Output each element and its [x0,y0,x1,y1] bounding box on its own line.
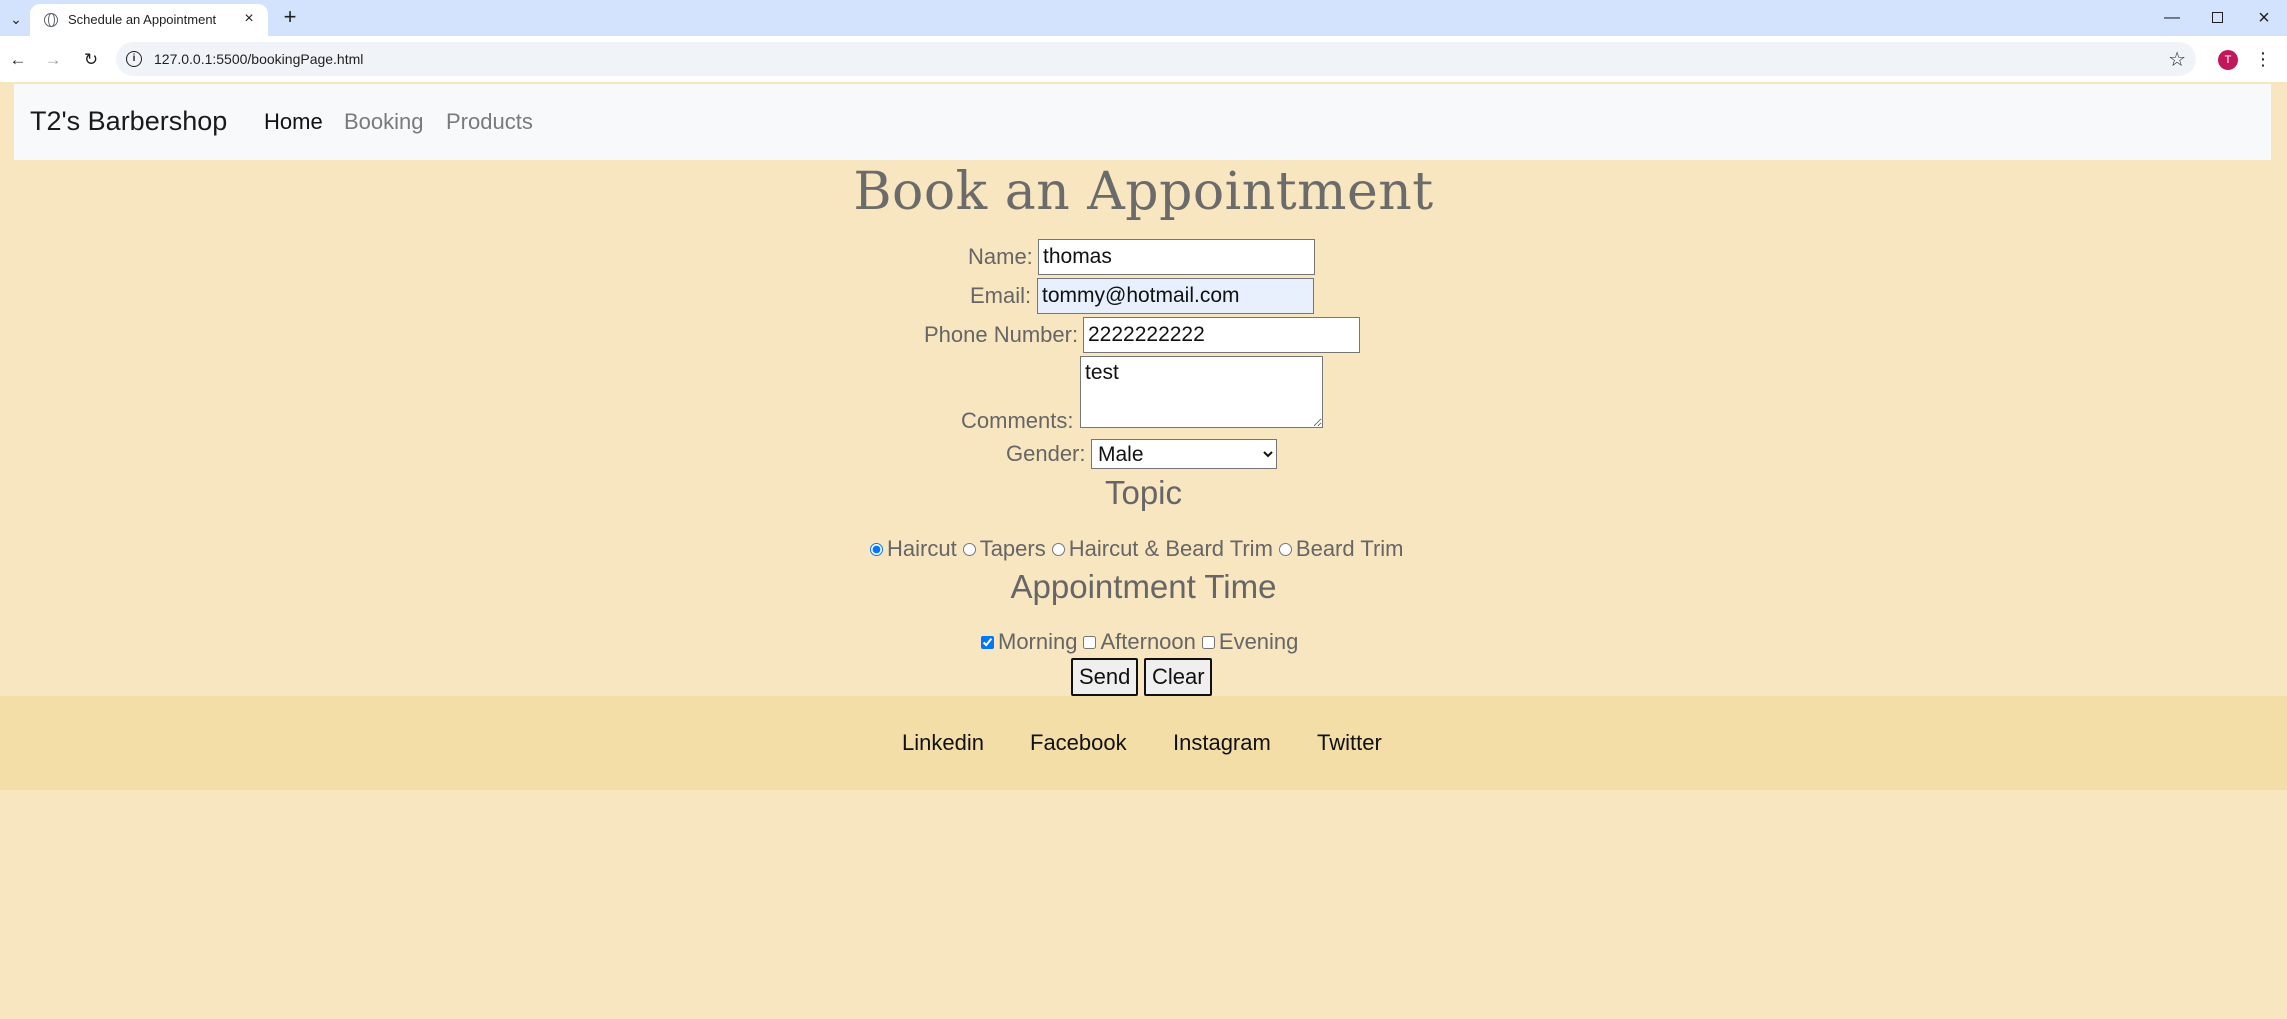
send-button[interactable]: Send [1071,658,1138,696]
maximize-icon[interactable] [2205,6,2229,30]
site-footer: Linkedin Facebook Instagram Twitter [0,696,2287,790]
url-text[interactable]: 127.0.0.1:5500/bookingPage.html [154,51,363,67]
gender-label: Gender: [1006,441,1086,466]
browser-tab-strip: ⌄ Schedule an Appointment × + — × [0,0,2287,36]
page-title: Book an Appointment [853,162,1434,222]
topic-option-tapers[interactable]: Tapers [962,536,1046,562]
clear-button[interactable]: Clear [1144,658,1212,696]
topic-label: Tapers [979,536,1046,561]
footer-link-linkedin[interactable]: Linkedin [902,730,984,756]
time-option-afternoon[interactable]: Afternoon [1083,629,1196,655]
topic-option-haircut-beard[interactable]: Haircut & Beard Trim [1051,536,1273,562]
site-navbar: T2's Barbershop Home Booking Products [14,84,2271,160]
time-option-evening[interactable]: Evening [1201,629,1299,655]
browser-tab[interactable]: Schedule an Appointment × [30,4,268,36]
name-label: Name: [968,244,1033,269]
radio-beard-trim[interactable] [1278,542,1292,556]
time-option-morning[interactable]: Morning [981,629,1077,655]
footer-link-twitter[interactable]: Twitter [1317,730,1382,756]
tab-list-icon[interactable]: ⌄ [6,9,26,29]
window-close-icon[interactable]: × [2252,6,2276,30]
profile-avatar[interactable]: T [2218,50,2238,70]
topic-label: Haircut & Beard Trim [1068,536,1273,561]
time-checkbox-group: Morning Afternoon Evening [981,629,1304,655]
email-input[interactable] [1037,278,1314,314]
comments-label: Comments: [961,408,1074,433]
gender-select[interactable]: Male [1091,439,1277,469]
reload-icon[interactable]: ↻ [80,49,102,71]
forward-arrow-icon[interactable]: → [42,49,64,71]
nav-link-booking[interactable]: Booking [344,109,424,135]
email-label: Email: [970,283,1032,308]
time-label: Afternoon [1100,629,1196,654]
page-content: T2's Barbershop Home Booking Products Bo… [0,82,2287,1019]
comments-textarea[interactable]: test [1080,356,1323,428]
nav-link-products[interactable]: Products [446,109,533,135]
radio-tapers[interactable] [962,542,976,556]
topic-radio-group: Haircut Tapers Haircut & Beard Trim Bear… [870,536,1410,562]
topic-label: Haircut [887,536,957,561]
brand-logo-text[interactable]: T2's Barbershop [30,106,227,137]
bookmark-star-icon[interactable]: ☆ [2168,47,2186,72]
plus-icon[interactable]: + [278,6,302,30]
minimize-icon[interactable]: — [2160,6,2184,30]
topic-label: Beard Trim [1295,536,1404,561]
phone-label: Phone Number: [924,322,1079,347]
close-icon[interactable]: × [240,10,258,28]
topic-option-haircut[interactable]: Haircut [870,536,957,562]
appointment-time-heading: Appointment Time [1010,568,1277,605]
time-label: Morning [998,629,1078,654]
kebab-menu-icon[interactable]: ⋮ [2254,48,2272,70]
address-bar[interactable]: i 127.0.0.1:5500/bookingPage.html ☆ [116,42,2196,76]
browser-toolbar: ← → ↻ i 127.0.0.1:5500/bookingPage.html … [0,36,2287,82]
back-arrow-icon[interactable]: ← [7,49,29,71]
name-input[interactable] [1038,239,1315,275]
tab-title: Schedule an Appointment [68,12,217,27]
checkbox-morning[interactable] [981,635,994,649]
globe-favicon-icon [44,13,58,27]
topic-heading: Topic [1104,474,1183,511]
footer-link-instagram[interactable]: Instagram [1173,730,1271,756]
topic-option-beard-trim[interactable]: Beard Trim [1278,536,1404,562]
checkbox-afternoon[interactable] [1083,635,1097,649]
nav-link-home[interactable]: Home [264,109,323,135]
time-label: Evening [1218,629,1299,654]
radio-haircut-beard[interactable] [1051,542,1065,556]
footer-link-facebook[interactable]: Facebook [1030,730,1127,756]
radio-haircut[interactable] [870,542,883,556]
site-info-icon[interactable]: i [126,51,142,67]
phone-input[interactable] [1083,317,1360,353]
checkbox-evening[interactable] [1201,635,1215,649]
